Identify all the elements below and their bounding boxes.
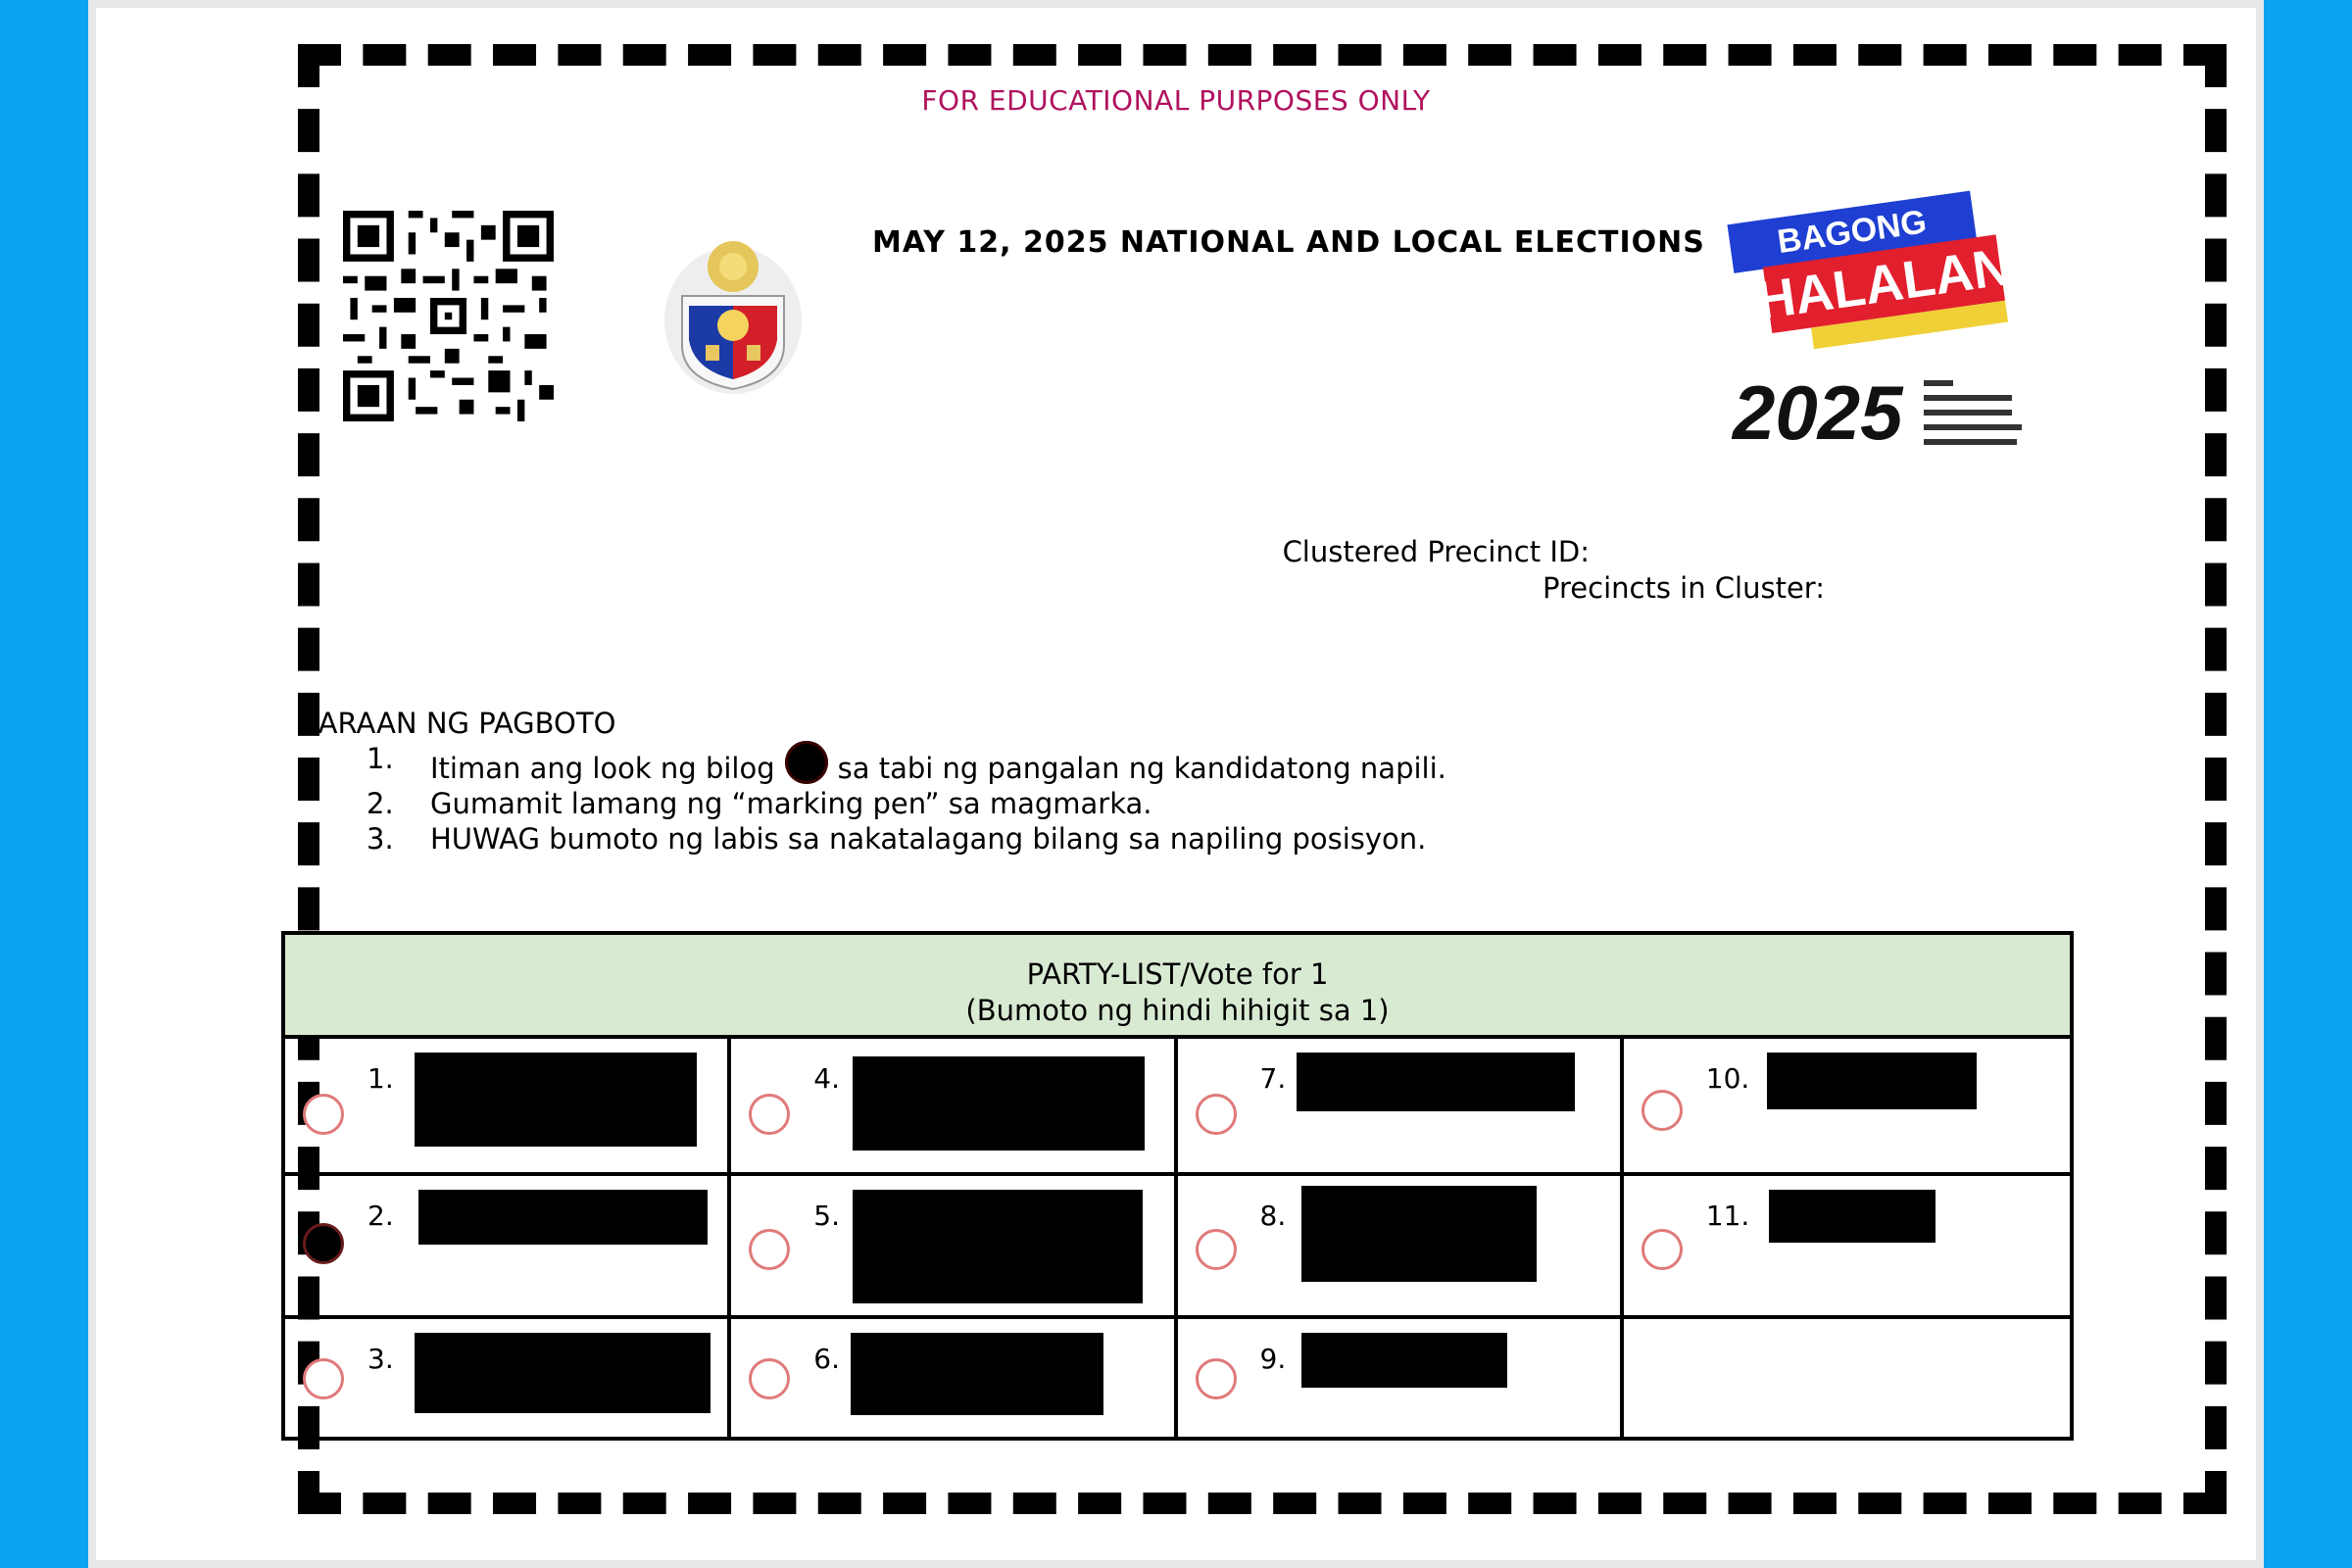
vote-oval[interactable]	[749, 1358, 791, 1399]
candidate-cell: 10.	[1623, 1039, 2070, 1176]
redacted-candidate-name	[853, 1056, 1146, 1151]
precinct-info: Clustered Precinct ID: Precincts in Clus…	[1283, 534, 1825, 607]
candidate-grid: 1. 4. 7. 10. 2. 5. 8. 11. 3. 6. 9.	[285, 1039, 2070, 1437]
redacted-candidate-name	[1300, 1333, 1507, 1388]
instruction-item: 1. Itiman ang look ng bilog sa tabi ng pa…	[367, 741, 1446, 785]
redacted-candidate-name	[415, 1053, 697, 1147]
ballot-subtitle: (Bumoto ng hindi hihigit sa 1)	[965, 994, 1390, 1027]
candidate-cell: 1.	[285, 1039, 732, 1176]
redacted-candidate-name	[1296, 1053, 1575, 1111]
vote-oval[interactable]	[749, 1094, 791, 1135]
vote-oval[interactable]	[303, 1358, 344, 1399]
candidate-cell: 11.	[1623, 1176, 2070, 1319]
party-list-ballot: PARTY-LIST/Vote for 1 (Bumoto ng hindi h…	[281, 931, 2074, 1441]
candidate-cell: 2.	[285, 1176, 732, 1319]
empty-cell	[1624, 1319, 2070, 1437]
filled-oval-icon	[784, 741, 828, 784]
precincts-in-cluster-label: Precincts in Cluster:	[1543, 571, 1825, 605]
candidate-cell: 6.	[731, 1319, 1178, 1437]
instructions-heading: PARAAN NG PAGBOTO	[303, 707, 616, 740]
vote-oval[interactable]	[749, 1229, 791, 1270]
candidate-cell: 5.	[731, 1176, 1178, 1319]
philippine-seal-icon	[664, 241, 802, 394]
redacted-candidate-name	[1768, 1190, 1936, 1243]
svg-text:2025: 2025	[1731, 369, 1904, 456]
vote-oval[interactable]	[1641, 1090, 1683, 1131]
redacted-candidate-name	[853, 1190, 1144, 1303]
redacted-candidate-name	[1300, 1186, 1537, 1282]
candidate-cell: 4.	[731, 1039, 1178, 1176]
ballot-title: PARTY-LIST/Vote for 1	[1026, 957, 1329, 991]
qr-code-icon	[343, 211, 554, 421]
instruction-item: 2. Gumamit lamang ng “marking pen” sa ma…	[367, 787, 1152, 820]
educational-watermark: FOR EDUCATIONAL PURPOSES ONLY	[921, 84, 1431, 117]
redacted-candidate-name	[418, 1190, 708, 1245]
redacted-candidate-name	[1766, 1053, 1977, 1109]
candidate-cell: 7.	[1177, 1039, 1624, 1176]
candidate-cell: 9.	[1178, 1319, 1624, 1437]
redacted-candidate-name	[415, 1333, 710, 1413]
vote-oval[interactable]	[1641, 1229, 1683, 1270]
voting-instructions: PARAAN NG PAGBOTO 1. Itiman ang look ng …	[303, 706, 1446, 857]
candidate-cell: 3.	[285, 1319, 732, 1437]
ballot-header: PARTY-LIST/Vote for 1 (Bumoto ng hindi h…	[285, 935, 2070, 1039]
bagong-halalan-logo: BAGONG HALALAN 2025	[1727, 190, 2022, 456]
vote-oval[interactable]	[1195, 1229, 1237, 1270]
vote-oval[interactable]	[303, 1094, 344, 1135]
vote-oval[interactable]	[1195, 1358, 1237, 1399]
vote-oval[interactable]	[1195, 1094, 1237, 1135]
redacted-candidate-name	[851, 1333, 1104, 1415]
candidate-cell: 8.	[1177, 1176, 1624, 1319]
election-title: MAY 12, 2025 NATIONAL AND LOCAL ELECTION…	[872, 225, 1705, 260]
vote-oval[interactable]	[303, 1223, 344, 1264]
clustered-precinct-label: Clustered Precinct ID:	[1282, 535, 1590, 568]
instruction-item: 3. HUWAG bumoto ng labis sa nakatalagang…	[367, 822, 1427, 856]
